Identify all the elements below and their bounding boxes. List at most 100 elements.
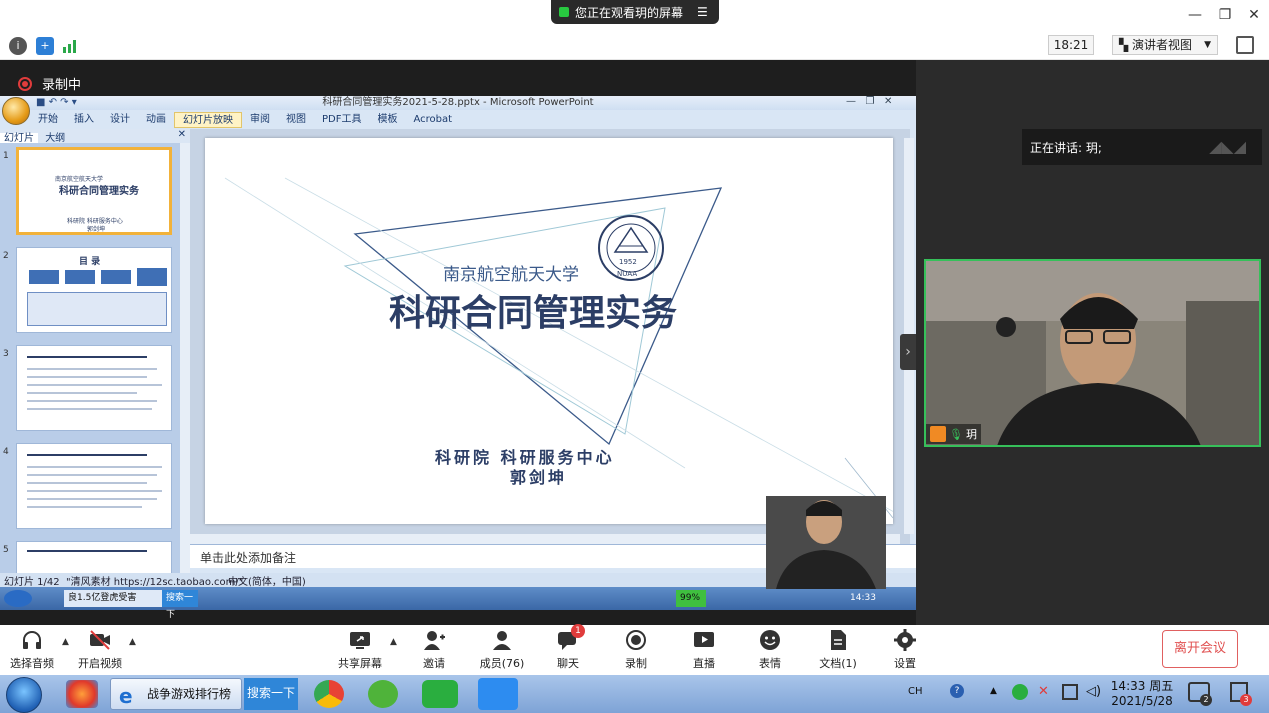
participant-name: 玥 <box>965 428 977 441</box>
ribbon-tab-template[interactable]: 模板 <box>369 112 405 128</box>
slide-thumbnail-5[interactable] <box>16 541 172 573</box>
live-icon <box>693 629 715 651</box>
chevron-down-icon: ▼ <box>1204 40 1211 50</box>
avatar-icon <box>930 426 946 442</box>
ribbon-tab-review[interactable]: 审阅 <box>242 112 278 128</box>
office-button-icon[interactable] <box>2 97 30 125</box>
chevron-right-icon[interactable]: › <box>900 334 916 370</box>
invite-button[interactable]: 邀请 <box>402 629 466 671</box>
thumb1-name: 郭剑坤 <box>87 226 106 233</box>
volume-icon[interactable]: ◁) <box>1086 684 1101 699</box>
thumb1-title: 科研合同管理实务 <box>59 186 139 197</box>
recording-indicator: 录制中 <box>18 74 81 93</box>
shield-icon[interactable]: + <box>36 37 54 55</box>
thumb-number: 4 <box>3 447 9 457</box>
inner-ie-tab[interactable]: 良1.5亿登虎受害 <box>64 590 170 607</box>
chevron-up-icon[interactable]: ▲ <box>390 637 397 647</box>
slide-thumbnail-2[interactable]: 目 录 <box>16 247 172 333</box>
members-button[interactable]: 成员(76) <box>470 629 534 671</box>
signal-icon[interactable] <box>63 38 79 53</box>
settings-button[interactable]: 设置 <box>873 629 937 671</box>
participant-video <box>926 261 1259 445</box>
slide-thumbnail-4[interactable] <box>16 443 172 529</box>
help-icon[interactable]: ? <box>950 684 964 698</box>
settings-icon <box>894 629 916 651</box>
invite-label: 邀请 <box>423 657 445 670</box>
tencent-meeting-icon[interactable] <box>478 678 518 710</box>
chevron-up-icon[interactable]: ▲ <box>129 637 136 647</box>
tray-expand-icon[interactable]: ▲ <box>990 686 997 696</box>
action-center-icon[interactable]: 3 <box>1230 682 1252 706</box>
slide-thumbnail-1[interactable]: 南京航空航天大学 科研合同管理实务 科研院 科研服务中心 郭剑坤 <box>16 147 172 235</box>
minimize-icon[interactable]: — <box>1185 6 1205 24</box>
meeting-timer: 18:21 <box>1048 35 1094 55</box>
chat-badge: 1 <box>571 624 585 638</box>
network-error-icon[interactable]: ✕ <box>1038 684 1054 700</box>
taskbar-clock[interactable]: 14:33 周五 2021/5/28 <box>1110 679 1174 709</box>
current-slide[interactable]: 1952 NUAA 南京航空航天大学 科研合同管理实务 科研院 科研服务中心 郭… <box>205 138 893 524</box>
document-label: 文档(1) <box>819 657 857 670</box>
close-icon[interactable]: ✕ <box>1244 6 1264 24</box>
ime-indicator[interactable]: CH <box>908 686 923 697</box>
wechat-tray-icon[interactable] <box>1012 684 1028 700</box>
zoom-logo-icon: ◢◣◢ <box>1209 137 1246 156</box>
share-status-icon <box>559 7 569 17</box>
chat-icon: 1 <box>557 624 585 651</box>
ribbon-tab-insert[interactable]: 插入 <box>66 112 102 128</box>
ribbon-tab-view[interactable]: 视图 <box>278 112 314 128</box>
document-button[interactable]: 文档(1) <box>806 629 870 671</box>
thumb-number: 3 <box>3 349 9 359</box>
participant-video-tile[interactable] <box>924 259 1261 447</box>
game-app-icon[interactable] <box>66 680 98 708</box>
thumbnail-scrollbar[interactable] <box>180 143 190 573</box>
settings-label: 设置 <box>894 657 916 670</box>
fullscreen-icon[interactable] <box>1236 36 1254 54</box>
inner-clock: 14:33 <box>850 593 876 603</box>
emoji-button[interactable]: 表情 <box>738 629 802 671</box>
ribbon-tab-home[interactable]: 开始 <box>30 112 66 128</box>
ribbon-tab-slideshow[interactable]: 幻灯片放映 <box>174 112 242 128</box>
monitor-icon[interactable] <box>1062 684 1078 700</box>
inner-start-icon[interactable] <box>4 590 32 607</box>
chrome-icon[interactable] <box>314 680 344 708</box>
view-icon: ▚ <box>1119 38 1133 52</box>
live-button[interactable]: 直播 <box>672 629 736 671</box>
screen-share-banner[interactable]: 您正在观看玥的屏幕 ☰ <box>551 0 719 24</box>
active-speaker-banner: 正在讲话: 玥; ◢◣◢ <box>1022 129 1262 165</box>
presenter-image <box>766 496 886 589</box>
ppt-title-bar: 科研合同管理实务2021-5-28.pptx - Microsoft Power… <box>0 96 916 110</box>
leave-meeting-button[interactable]: 离开会议 <box>1162 630 1238 668</box>
ribbon-tab-acrobat[interactable]: Acrobat <box>405 112 460 128</box>
ppt-window-controls[interactable]: — ❐ ✕ <box>846 96 892 107</box>
browser-icon[interactable] <box>368 680 398 708</box>
share-screen-button[interactable]: 共享屏幕 <box>328 629 392 671</box>
close-icon[interactable]: ✕ <box>178 129 186 140</box>
record-button[interactable]: 录制 <box>604 629 668 671</box>
share-screen-icon <box>349 629 371 651</box>
ribbon-tab-pdf[interactable]: PDF工具 <box>314 112 369 128</box>
windows-start-icon[interactable] <box>6 677 42 713</box>
theme-name: "清风素材 https://12sc.taobao.com/" <box>66 577 244 588</box>
tray-date: 2021/5/28 <box>1111 694 1173 708</box>
chat-button[interactable]: 1 聊天 <box>536 624 600 671</box>
slide-presenter: 郭剑坤 <box>510 468 568 487</box>
share-screen-label: 共享屏幕 <box>338 657 382 670</box>
tray-time: 14:33 周五 <box>1110 679 1174 693</box>
view-mode-dropdown[interactable]: ▚ 演讲者视图 ▼ <box>1112 35 1218 55</box>
info-icon[interactable]: i <box>9 37 27 55</box>
slide-thumbnail-3[interactable] <box>16 345 172 431</box>
inner-search-button[interactable]: 搜索一下 <box>162 590 198 620</box>
audio-button[interactable]: 选择音频 <box>0 629 64 671</box>
camera-off-icon <box>89 629 111 651</box>
wechat-icon[interactable] <box>422 680 458 708</box>
taskbar-search-button[interactable]: 搜索一下 <box>244 678 298 710</box>
menu-icon[interactable]: ☰ <box>697 5 708 19</box>
slide-thumbnail-panel: 1 南京航空航天大学 科研合同管理实务 科研院 科研服务中心 郭剑坤 2 目 录… <box>0 143 180 573</box>
notification-icon[interactable]: 2 <box>1188 682 1212 706</box>
video-button[interactable]: 开启视频 <box>68 629 132 671</box>
ribbon-tab-animation[interactable]: 动画 <box>138 112 174 128</box>
restore-icon[interactable]: ❐ <box>1215 6 1235 24</box>
taskbar-ie-window[interactable]: e 战争游戏排行榜 <box>110 678 242 710</box>
quick-access-toolbar[interactable]: ■ ↶ ↷ ▾ <box>36 97 77 108</box>
ribbon-tab-design[interactable]: 设计 <box>102 112 138 128</box>
